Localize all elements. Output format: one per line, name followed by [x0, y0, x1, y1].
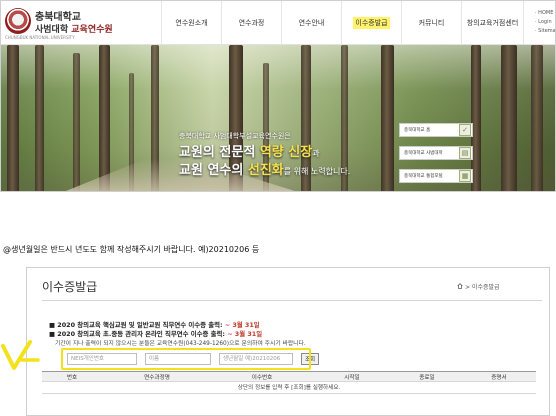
nav-item-community[interactable]: 커뮤니티 [401, 1, 461, 45]
quick-link-label: 충북대학교 홈 [404, 128, 431, 133]
certificate-page-screenshot: 이수증발급 > 이수증발급 ■ 2020 창의교육 핵심교원 및 일반교원 직무… [26, 267, 550, 416]
site-main-screenshot: 충북대학교 사범대학 교육연수원 CHUNGBUK NATIONAL UNIVE… [0, 0, 556, 192]
notice-text: ■ 2020 창의교육 핵심교원 및 일반교원 직무연수 이수증 출력: [49, 321, 225, 329]
column-header-number: 번호 [66, 374, 78, 381]
nav-item-about[interactable]: 연수원소개 [161, 1, 221, 45]
portal-icon: ▦ [459, 170, 471, 182]
hero-slogan-line2: 교원 연수의 선진화를 위해 노력합니다. [179, 159, 350, 178]
logo-english-name: CHUNGBUK NATIONAL UNIVERSITY [5, 35, 75, 40]
slogan-highlight: 역량 신장 [259, 145, 313, 160]
nav-label: 창의교육거점센터 [466, 19, 519, 27]
logo-university-name: 충북대학교 [35, 12, 81, 23]
hero-banner: 충북대학교 사범대학부설교육연수원은 교원의 전문적 역량 신장과 교원 연수의… [1, 45, 555, 191]
nav-item-creative-center[interactable]: 창의교육거점센터 [461, 1, 524, 45]
birthdate-note: @생년월일은 반드시 년도도 함께 작성해주시기 바랍니다. 예)2021020… [3, 245, 260, 254]
utility-links: · HOME · Login · Sitemap [535, 9, 555, 36]
notice-item: ■ 2020 창의교육 초.중등 관리자 온라인 직무연수 이수증 출력: ~ … [49, 329, 262, 338]
divider [42, 300, 542, 301]
logo-college: 사범대학 [35, 25, 69, 35]
table-header: 번호 연수과정명 이수번호 시작일 종료일 증명서 [42, 371, 536, 382]
university-emblem-icon [5, 8, 31, 34]
slogan-part: 를 위해 노력합니다. [283, 167, 351, 176]
tree-trunk [531, 45, 543, 191]
column-header-course: 연수과정명 [144, 374, 170, 381]
notice-box: ■ 2020 창의교육 핵심교원 및 일반교원 직무연수 이수증 출력: ~ 3… [49, 318, 521, 348]
tree-trunk [99, 45, 110, 191]
hero-intro: 충북대학교 사범대학부설교육연수원은 [179, 132, 291, 140]
table-empty-message: 상단의 정보를 입력 후 [조회]를 실행하세요. [42, 382, 536, 394]
logo-institute-name: 사범대학 교육연수원 [35, 22, 113, 35]
nav-label: 커뮤니티 [418, 19, 445, 27]
tree-trunk [381, 45, 394, 191]
slogan-part: 과 [312, 149, 320, 158]
yellow-annotation-box [61, 348, 311, 370]
nav-item-courses[interactable]: 연수과정 [221, 1, 281, 45]
site-header: 충북대학교 사범대학 교육연수원 CHUNGBUK NATIONAL UNIVE… [1, 1, 555, 45]
slogan-part: 교원의 전문적 [179, 145, 260, 160]
check-icon: ✓ [459, 124, 471, 136]
home-link[interactable]: · HOME [535, 9, 555, 18]
book-icon: ▤ [459, 147, 471, 159]
notice-item: ■ 2020 창의교육 핵심교원 및 일반교원 직무연수 이수증 출력: ~ 3… [49, 320, 260, 329]
column-header-certificate: 증명서 [491, 374, 507, 381]
notice-subtext: 기간이 지나 출력이 되지 않으시는 분들은 교육연수원(043-249-126… [55, 341, 306, 347]
slogan-part: 교원 연수의 [179, 163, 248, 178]
slogan-highlight: 선진화 [247, 163, 284, 178]
hero-slogan-line1: 교원의 전문적 역량 신장과 [179, 141, 320, 160]
quick-link-portal[interactable]: 충북대학교 통합포털 ▦ [399, 169, 473, 183]
home-icon[interactable] [457, 283, 463, 289]
quick-link-label: 충북대학교 통합포털 [404, 174, 443, 179]
page-title: 이수증발급 [42, 280, 98, 294]
notice-deadline: ~ 3월 31일 [227, 330, 263, 338]
tree-trunk [35, 45, 44, 191]
nav-label: 연수안내 [298, 19, 325, 27]
site-logo[interactable]: 충북대학교 사범대학 교육연수원 CHUNGBUK NATIONAL UNIVE… [5, 7, 115, 40]
nav-label: 연수원소개 [175, 19, 208, 27]
nav-item-certificate[interactable]: 이수증발급 [341, 1, 401, 45]
nav-label: 이수증발급 [353, 17, 390, 29]
quick-link-cbnu-home[interactable]: 충북대학교 홈 ✓ [399, 123, 473, 137]
column-header-completion-number: 이수번호 [251, 374, 273, 381]
nav-label: 연수과정 [238, 19, 265, 27]
main-nav: 연수원소개 연수과정 연수안내 이수증발급 커뮤니티 창의교육거점센터 [161, 1, 524, 45]
column-header-start-date: 시작일 [344, 374, 360, 381]
tree-trunk [7, 45, 19, 191]
notice-deadline: ~ 3월 31일 [224, 321, 260, 329]
breadcrumb: > 이수증발급 [457, 282, 500, 291]
quick-link-label: 충북대학교 사범대학 [404, 151, 443, 156]
login-link[interactable]: · Login [535, 18, 555, 27]
notice-text: ■ 2020 창의교육 초.중등 관리자 온라인 직무연수 이수증 출력: [49, 330, 228, 338]
tree-trunk [73, 53, 80, 191]
nav-item-guide[interactable]: 연수안내 [281, 1, 341, 45]
tree-trunk [501, 45, 517, 191]
column-header-end-date: 종료일 [419, 374, 435, 381]
quick-link-education-college[interactable]: 충북대학교 사범대학 ▤ [399, 146, 473, 160]
logo-institute: 교육연수원 [71, 25, 113, 35]
yellow-checkmark-annotation [1, 340, 40, 370]
breadcrumb-current: > 이수증발급 [465, 284, 500, 291]
sitemap-link[interactable]: · Sitemap [535, 27, 555, 36]
